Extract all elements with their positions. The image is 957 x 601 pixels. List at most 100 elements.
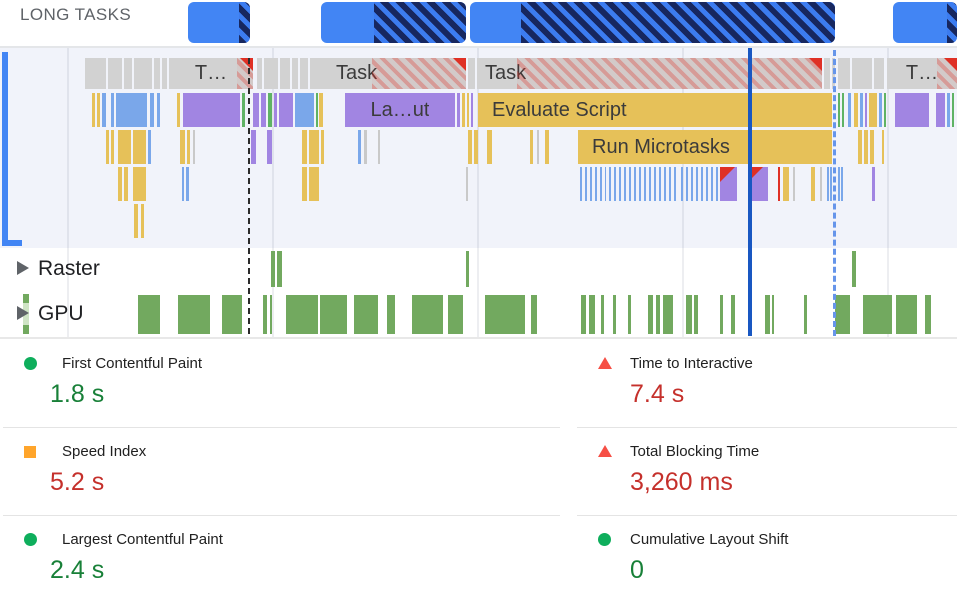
flame-segment[interactable] bbox=[186, 167, 189, 201]
flame-segment[interactable] bbox=[848, 93, 851, 127]
gpu-activity-bar[interactable] bbox=[263, 295, 267, 334]
flame-segment[interactable] bbox=[102, 93, 106, 127]
gpu-activity-bar[interactable] bbox=[863, 295, 892, 334]
gpu-activity-bar[interactable] bbox=[648, 295, 653, 334]
flame-segment[interactable] bbox=[824, 58, 830, 89]
flame-segment[interactable] bbox=[854, 93, 858, 127]
flame-segment[interactable] bbox=[870, 130, 874, 164]
flame-segment[interactable] bbox=[118, 130, 131, 164]
gpu-activity-bar[interactable] bbox=[178, 295, 210, 334]
flame-segment[interactable] bbox=[97, 93, 100, 127]
flame-segment[interactable] bbox=[530, 130, 533, 164]
flame-segment[interactable] bbox=[838, 58, 850, 89]
flame-segment[interactable] bbox=[378, 130, 380, 164]
flame-segment[interactable] bbox=[92, 93, 95, 127]
flame-segment-evaluate-script[interactable]: Evaluate Script bbox=[478, 93, 832, 127]
flame-segment[interactable] bbox=[466, 167, 468, 201]
gpu-activity-bar[interactable] bbox=[656, 295, 660, 334]
flame-segment[interactable] bbox=[778, 167, 780, 201]
flame-segment[interactable] bbox=[838, 93, 840, 127]
long-task-marker[interactable] bbox=[893, 2, 957, 43]
flame-segment[interactable] bbox=[183, 93, 240, 127]
flame-segment[interactable] bbox=[177, 93, 180, 127]
flame-segment[interactable] bbox=[274, 93, 277, 127]
gpu-activity-bar[interactable] bbox=[925, 295, 931, 334]
flame-segment[interactable] bbox=[872, 167, 875, 201]
gpu-activity-bar[interactable] bbox=[613, 295, 616, 334]
flame-segment[interactable] bbox=[952, 93, 954, 127]
gpu-activity-bar[interactable] bbox=[448, 295, 463, 334]
flame-segment[interactable] bbox=[895, 93, 929, 127]
flame-segment[interactable] bbox=[471, 93, 473, 127]
long-task-marker[interactable] bbox=[188, 2, 250, 43]
flame-segment[interactable] bbox=[537, 130, 539, 164]
flame-segment[interactable] bbox=[457, 93, 460, 127]
flame-segment[interactable] bbox=[154, 58, 160, 89]
flame-segment[interactable] bbox=[264, 58, 278, 89]
flame-segment[interactable] bbox=[309, 130, 319, 164]
gpu-activity-bar[interactable] bbox=[835, 295, 850, 334]
flame-segment[interactable] bbox=[302, 130, 307, 164]
flame-segment[interactable] bbox=[292, 58, 298, 89]
flame-segment[interactable] bbox=[148, 130, 151, 164]
gpu-activity-bar[interactable] bbox=[772, 295, 774, 334]
flame-segment-t[interactable]: T… bbox=[887, 58, 957, 89]
flame-segment[interactable] bbox=[319, 93, 323, 127]
flame-segment[interactable] bbox=[838, 167, 840, 201]
flame-segment[interactable] bbox=[681, 167, 718, 201]
flame-segment[interactable] bbox=[302, 167, 307, 201]
flame-segment[interactable] bbox=[133, 130, 146, 164]
flame-segment[interactable] bbox=[820, 167, 822, 201]
gpu-activity-bar[interactable] bbox=[138, 295, 160, 334]
flame-segment[interactable] bbox=[108, 58, 122, 89]
flame-segment[interactable] bbox=[882, 130, 884, 164]
flame-segment-task[interactable]: Task bbox=[477, 58, 822, 89]
gpu-activity-bar[interactable] bbox=[601, 295, 604, 334]
gpu-activity-bar[interactable] bbox=[387, 295, 395, 334]
gpu-expand-icon[interactable] bbox=[17, 306, 29, 320]
flame-segment[interactable] bbox=[251, 130, 256, 164]
flame-segment[interactable] bbox=[124, 58, 132, 89]
flame-chart[interactable]: T…TaskTaskT…La…utEvaluate ScriptRun Micr… bbox=[0, 48, 957, 249]
long-task-marker[interactable] bbox=[321, 2, 466, 43]
gpu-track[interactable]: GPU bbox=[0, 290, 957, 337]
flame-segment[interactable] bbox=[860, 93, 863, 127]
flame-segment[interactable] bbox=[462, 93, 465, 127]
raster-activity-bar[interactable] bbox=[852, 251, 856, 287]
flame-segment[interactable] bbox=[468, 58, 475, 89]
long-task-marker[interactable] bbox=[470, 2, 835, 43]
flame-segment[interactable] bbox=[545, 130, 549, 164]
flame-segment[interactable] bbox=[874, 58, 884, 89]
flame-segment[interactable] bbox=[134, 58, 152, 89]
flame-segment[interactable] bbox=[487, 130, 492, 164]
flame-segment[interactable] bbox=[827, 167, 829, 201]
flame-segment[interactable] bbox=[321, 130, 324, 164]
flame-segment[interactable] bbox=[187, 130, 190, 164]
flame-segment[interactable] bbox=[468, 130, 472, 164]
flame-segment[interactable] bbox=[257, 58, 262, 89]
flame-segment[interactable] bbox=[111, 93, 114, 127]
gpu-activity-bar[interactable] bbox=[896, 295, 917, 334]
flame-segment[interactable] bbox=[261, 93, 266, 127]
flame-segment[interactable] bbox=[141, 204, 144, 238]
raster-activity-bar[interactable] bbox=[271, 251, 275, 287]
flame-segment[interactable] bbox=[884, 93, 886, 127]
flame-segment[interactable] bbox=[609, 167, 677, 201]
gpu-activity-bar[interactable] bbox=[485, 295, 525, 334]
raster-expand-icon[interactable] bbox=[17, 261, 29, 275]
gpu-activity-bar[interactable] bbox=[581, 295, 586, 334]
flame-segment[interactable] bbox=[783, 167, 789, 201]
gpu-activity-bar[interactable] bbox=[589, 295, 595, 334]
flame-segment[interactable] bbox=[858, 130, 862, 164]
flame-segment[interactable] bbox=[133, 167, 146, 201]
flame-segment[interactable] bbox=[864, 130, 868, 164]
flame-segment[interactable] bbox=[869, 93, 877, 127]
gpu-activity-bar[interactable] bbox=[628, 295, 631, 334]
flame-segment[interactable] bbox=[865, 93, 867, 127]
flame-segment[interactable] bbox=[85, 58, 106, 89]
flame-segment[interactable] bbox=[118, 167, 122, 201]
flame-segment[interactable] bbox=[280, 58, 290, 89]
flame-segment[interactable] bbox=[111, 130, 114, 164]
flame-segment[interactable] bbox=[467, 93, 469, 127]
gpu-activity-bar[interactable] bbox=[412, 295, 443, 334]
